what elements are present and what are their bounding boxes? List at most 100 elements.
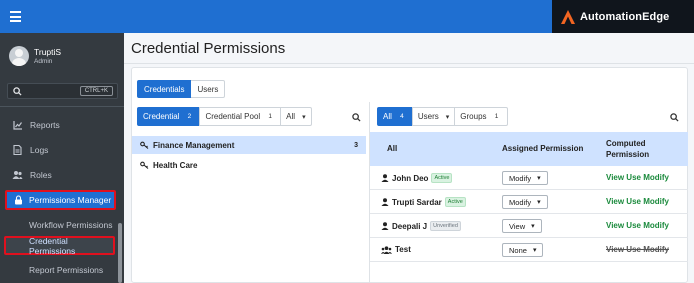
table-header: All Assigned Permission Computed Permiss… bbox=[370, 132, 688, 166]
table-row: John Deo Active Modify ▾ View Use Modify bbox=[370, 166, 688, 190]
user-role: Admin bbox=[34, 57, 53, 65]
sidebar-item-label: Reports bbox=[30, 120, 60, 130]
permissions-card: Credentials Users Credential 2 Credentia… bbox=[131, 67, 688, 283]
status-badge: Active bbox=[444, 197, 466, 207]
chevron-down-icon: ▾ bbox=[531, 223, 535, 230]
main-content: Credential Permissions Credentials Users… bbox=[124, 33, 694, 283]
list-item-count: 3 bbox=[354, 141, 358, 149]
column-header-computed: Computed bbox=[606, 139, 646, 148]
group-icon bbox=[381, 245, 392, 254]
count-badge: 1 bbox=[491, 111, 502, 122]
tab-users[interactable]: Users bbox=[191, 80, 226, 98]
chevron-down-icon: ▾ bbox=[537, 175, 541, 182]
count-badge: 1 bbox=[265, 111, 276, 122]
sidebar-subitem-credential-permissions[interactable]: Credential Permissions bbox=[4, 235, 115, 256]
filter-label: Credential bbox=[143, 112, 180, 121]
shortcut-badge: CTRL+K bbox=[79, 86, 113, 96]
member-name: Test bbox=[395, 245, 411, 254]
page-title: Credential Permissions bbox=[131, 40, 286, 57]
column-header-assigned-permission: Assigned Permission bbox=[502, 144, 584, 153]
lock-icon bbox=[15, 195, 22, 205]
status-badge: Unverified bbox=[430, 221, 461, 231]
list-item-label: Finance Management bbox=[153, 140, 235, 150]
title-divider bbox=[124, 63, 694, 64]
chevron-down-icon: ▾ bbox=[537, 199, 541, 206]
sidebar-item-label: Logs bbox=[30, 145, 49, 155]
user-icon bbox=[381, 222, 389, 230]
permission-dropdown[interactable]: View ▾ bbox=[502, 219, 542, 233]
sidebar-item-reports[interactable]: Reports bbox=[0, 115, 124, 135]
user-name: TruptiS bbox=[34, 46, 62, 57]
list-item-finance-management[interactable]: Finance Management 3 bbox=[132, 136, 366, 154]
filter-credential[interactable]: Credential 2 bbox=[137, 107, 201, 126]
filter-label: Users bbox=[417, 112, 439, 121]
brand-name: AutomationEdge bbox=[580, 10, 670, 23]
avatar bbox=[9, 46, 29, 66]
member-name: John Deo bbox=[392, 173, 429, 183]
column-header-all: All bbox=[387, 144, 398, 153]
sidebar-item-label: Roles bbox=[30, 170, 52, 180]
filter-all[interactable]: All 4 bbox=[377, 107, 413, 126]
search-icon[interactable] bbox=[352, 113, 361, 122]
menu-icon[interactable] bbox=[10, 11, 21, 22]
search-icon[interactable] bbox=[670, 113, 679, 122]
table-row: Test None ▾ View Use Modify bbox=[370, 238, 688, 262]
brand-logo: AutomationEdge bbox=[552, 0, 694, 33]
permission-dropdown[interactable]: None ▾ bbox=[502, 243, 544, 257]
count-badge: 4 bbox=[396, 111, 407, 122]
chevron-down-icon: ▾ bbox=[445, 113, 450, 121]
credential-filter: Credential 2 Credential Pool 1 All ▾ bbox=[137, 107, 312, 126]
computed-permission: View Use Modify bbox=[606, 197, 669, 206]
sidebar-item-logs[interactable]: Logs bbox=[0, 140, 124, 160]
filter-label: Credential Pool bbox=[205, 112, 261, 121]
filter-all-dropdown[interactable]: All ▾ bbox=[280, 107, 312, 126]
filter-credential-pool[interactable]: Credential Pool 1 bbox=[199, 107, 282, 126]
column-header-permission: Permission bbox=[606, 150, 650, 159]
user-icon bbox=[381, 174, 389, 182]
permission-value: View bbox=[509, 221, 526, 231]
permission-value: Modify bbox=[509, 197, 532, 207]
permission-value: Modify bbox=[509, 173, 532, 183]
sidebar-item-label: Credential Permissions bbox=[29, 235, 76, 256]
filter-label: Groups bbox=[460, 112, 487, 121]
member-filter: All 4 Users ▾ Groups 1 bbox=[377, 107, 508, 126]
chart-line-icon bbox=[12, 121, 22, 130]
sidebar-scrollbar[interactable] bbox=[118, 223, 122, 283]
search-icon bbox=[13, 87, 22, 96]
top-navbar: AutomationEdge bbox=[0, 0, 694, 33]
member-name: Trupti Sardar bbox=[392, 197, 442, 207]
sidebar-item-label: Permissions Manager bbox=[29, 195, 112, 205]
user-panel[interactable]: TruptiS Admin bbox=[9, 46, 61, 66]
computed-permission: View Use Modify bbox=[606, 221, 669, 230]
sidebar-item-roles[interactable]: Roles bbox=[0, 165, 124, 185]
tab-credentials[interactable]: Credentials bbox=[137, 80, 192, 98]
filter-label: All bbox=[383, 112, 392, 121]
sidebar-search[interactable]: CTRL+K bbox=[7, 83, 118, 99]
computed-permission: View Use Modify bbox=[606, 245, 669, 254]
permission-dropdown[interactable]: Modify ▾ bbox=[502, 195, 548, 209]
key-icon bbox=[140, 141, 149, 149]
users-icon bbox=[12, 171, 23, 179]
sidebar-subitem-workflow-permissions[interactable]: Workflow Permissions bbox=[29, 220, 112, 230]
sidebar-item-permissions-manager[interactable]: Permissions Manager bbox=[5, 190, 116, 210]
user-icon bbox=[381, 198, 389, 206]
chevron-down-icon: ▾ bbox=[532, 247, 537, 254]
table-row: Deepali J Unverified View ▾ View Use Mod… bbox=[370, 214, 688, 238]
file-icon bbox=[13, 145, 22, 155]
table-row: Trupti Sardar Active Modify ▾ View Use M… bbox=[370, 190, 688, 214]
list-item-health-care[interactable]: Health Care bbox=[132, 156, 366, 174]
member-name: Deepali J bbox=[392, 221, 428, 231]
permission-dropdown[interactable]: Modify ▾ bbox=[502, 171, 548, 185]
key-icon bbox=[140, 161, 149, 169]
status-badge: Active bbox=[431, 173, 453, 183]
sidebar-divider bbox=[0, 106, 124, 107]
list-item-label: Health Care bbox=[153, 160, 198, 170]
filter-users-dropdown[interactable]: Users ▾ bbox=[411, 107, 456, 126]
view-tabs: Credentials Users bbox=[137, 80, 226, 98]
automationedge-logo-icon bbox=[561, 9, 575, 24]
filter-label: All bbox=[286, 112, 296, 121]
sidebar: TruptiS Admin CTRL+K Reports Logs Roles … bbox=[0, 33, 124, 283]
sidebar-subitem-report-permissions[interactable]: Report Permissions bbox=[29, 265, 103, 275]
computed-permission: View Use Modify bbox=[606, 173, 669, 182]
filter-groups[interactable]: Groups 1 bbox=[454, 107, 508, 126]
